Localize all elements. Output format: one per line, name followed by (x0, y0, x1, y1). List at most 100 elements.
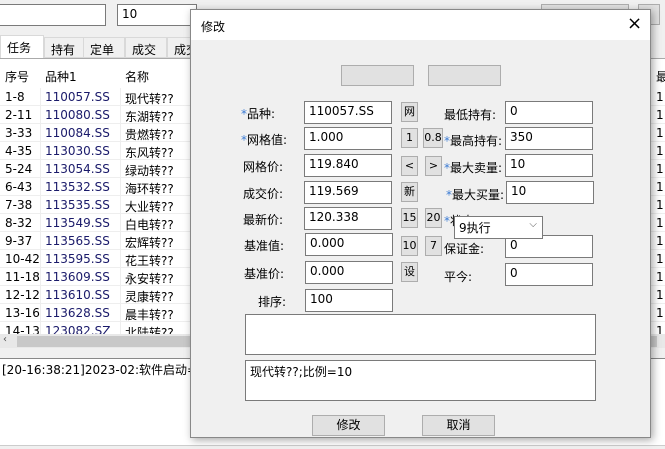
symbol-label-text: 品种: (247, 107, 276, 121)
dialog-titlebar: 修改 × (191, 10, 650, 40)
cell-divider (40, 178, 41, 196)
cell-divider (40, 142, 41, 160)
cell-divider (120, 160, 121, 178)
cell-name: 白电转?? (125, 218, 174, 232)
cell-max: 1 (656, 126, 664, 140)
cell-index: 3-33 (5, 126, 33, 140)
cell-name: 贵燃转?? (125, 128, 174, 142)
cell-divider (40, 232, 41, 250)
cell-max: 1 (656, 198, 664, 212)
cell-divider (120, 106, 121, 124)
sort-label: 排序: (258, 293, 286, 310)
col-symbol[interactable]: 品种1 (45, 68, 77, 85)
quick-button-b10[interactable]: 10 (401, 236, 418, 256)
cell-name: 东湖转?? (125, 110, 174, 124)
filter-input[interactable] (0, 4, 106, 26)
cell-symbol: 113628.SS (45, 306, 110, 320)
cell-divider (120, 124, 121, 142)
cell-name: 晨丰转?? (125, 308, 174, 322)
min_hold-input[interactable]: 0 (505, 101, 593, 124)
cell-symbol: 110084.SS (45, 126, 110, 140)
max_hold-input[interactable]: 350 (505, 127, 593, 150)
info-textarea[interactable]: 现代转??;比例=10 (245, 360, 596, 401)
quick-button-b15[interactable]: 15 (401, 208, 418, 228)
cell-symbol: 110057.SS (45, 90, 110, 104)
grid_value-input[interactable]: 1.000 (304, 127, 392, 150)
scroll-left-icon[interactable]: ‹ (3, 334, 7, 345)
base_price-input[interactable]: 0.000 (305, 261, 393, 284)
max_buy-input[interactable]: 10 (506, 181, 594, 204)
cell-index: 7-38 (5, 198, 33, 212)
cell-symbol: 113532.SS (45, 180, 110, 194)
blank-button-2[interactable] (428, 65, 501, 86)
cell-name: 绿动转?? (125, 164, 174, 178)
quick-button-lt[interactable]: < (401, 156, 418, 176)
quick-button-wang[interactable]: 网 (401, 102, 418, 122)
col-index[interactable]: 序号 (5, 68, 29, 85)
cell-max: 1 (656, 270, 664, 284)
edit-dialog: 修改 × *品种: 110057.SS *网格值: 1.000 网格价: 119.840 成… (190, 9, 651, 438)
tab-orders[interactable]: 定单 (83, 37, 125, 58)
base_value-input[interactable]: 0.000 (305, 233, 393, 256)
quick-button-b7[interactable]: 7 (425, 236, 442, 256)
status-select[interactable]: 9执行 ⌵ (454, 216, 543, 239)
quick-button-gt[interactable]: > (425, 156, 442, 176)
cell-symbol: 113030.SS (45, 144, 110, 158)
max_sell-label-text: 最大卖量: (450, 161, 503, 175)
quick-button-one[interactable]: 1 (401, 128, 418, 148)
latest_price-label-text: 最新价: (243, 213, 284, 227)
cell-index: 1-8 (5, 90, 25, 104)
tab-holdings[interactable]: 持有 (44, 37, 84, 58)
tab-tasks[interactable]: 任务 (0, 35, 44, 59)
max_sell-input[interactable]: 10 (505, 154, 593, 177)
cell-divider (40, 268, 41, 286)
cell-index: 12-12 (5, 288, 40, 302)
cell-index: 5-24 (5, 162, 33, 176)
cell-divider (40, 196, 41, 214)
dialog-title: 修改 (201, 20, 226, 34)
max_buy-label: *最大买量: (446, 186, 504, 203)
cell-name: 海环转?? (125, 182, 174, 196)
cell-divider (40, 88, 41, 106)
cancel-button[interactable]: 取消 (422, 415, 495, 436)
base_price-label: 基准价: (244, 265, 284, 282)
grid_price-input[interactable]: 119.840 (304, 154, 392, 177)
latest_price-input[interactable]: 120.338 (304, 207, 392, 230)
quick-button-b20[interactable]: 20 (425, 208, 442, 228)
count-input[interactable]: 10 (117, 4, 197, 26)
cell-symbol: 113610.SS (45, 288, 110, 302)
cell-divider (120, 268, 121, 286)
cell-max: 1 (656, 180, 664, 194)
cell-symbol: 113549.SS (45, 216, 110, 230)
cell-symbol: 110080.SS (45, 108, 110, 122)
notes-textarea[interactable] (245, 314, 596, 355)
grid_price-label: 网格价: (243, 158, 283, 175)
close_pos-input[interactable]: 0 (505, 263, 593, 286)
modify-button[interactable]: 修改 (312, 415, 385, 436)
cell-divider (40, 304, 41, 322)
sort-input[interactable]: 100 (305, 289, 393, 312)
cell-name: 永安转?? (125, 272, 174, 286)
close-icon[interactable]: × (627, 13, 642, 34)
status-value: 9执行 (459, 221, 491, 235)
min_hold-label-text: 最低持有: (444, 108, 497, 122)
col-name[interactable]: 名称 (125, 68, 149, 85)
max_buy-label-text: 最大买量: (452, 188, 505, 202)
quick-button-she[interactable]: 设 (401, 262, 418, 282)
symbol-input[interactable]: 110057.SS (304, 101, 392, 124)
deal_price-input[interactable]: 119.569 (304, 181, 392, 204)
grid_value-label: *网格值: (241, 131, 287, 148)
blank-button-1[interactable] (341, 65, 414, 86)
col-max[interactable]: 最 (656, 68, 665, 85)
quick-button-p08[interactable]: 0.8 (423, 128, 443, 148)
grid_price-label-text: 网格价: (243, 160, 284, 174)
cell-name: 宏辉转?? (125, 236, 174, 250)
quick-button-xin[interactable]: 新 (401, 182, 418, 202)
cell-name: 灵康转?? (125, 290, 174, 304)
cell-index: 6-43 (5, 180, 33, 194)
tab-deals[interactable]: 成交 (125, 37, 167, 58)
cell-max: 1 (656, 108, 664, 122)
deal_price-label-text: 成交价: (243, 187, 284, 201)
cell-divider (120, 304, 121, 322)
cell-divider (120, 196, 121, 214)
